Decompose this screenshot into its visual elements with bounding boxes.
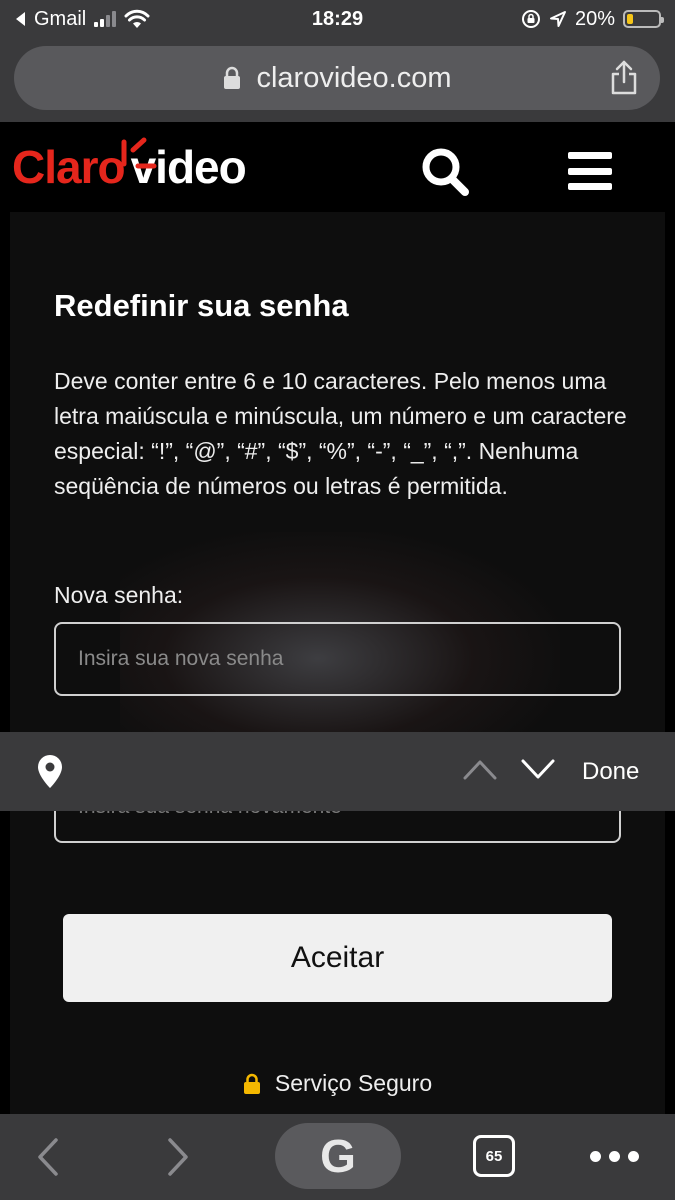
battery-icon	[623, 10, 664, 28]
browser-toolbar: G 65	[0, 1114, 675, 1200]
signal-icon	[94, 11, 117, 27]
logo-claro-text: Claro	[12, 141, 126, 193]
google-icon[interactable]: G	[275, 1123, 401, 1189]
new-password-input[interactable]	[54, 622, 621, 696]
status-bar: Gmail 18:29 20%	[0, 0, 675, 38]
google-label: G	[320, 1130, 356, 1182]
browser-url-area: clarovideo.com	[0, 38, 675, 122]
claro-video-logo[interactable]: Claro video	[12, 137, 247, 194]
padlock-icon	[243, 1073, 260, 1094]
chevron-down-icon[interactable]	[520, 756, 556, 782]
location-pin-icon[interactable]	[36, 754, 64, 790]
search-icon[interactable]	[420, 146, 470, 198]
back-to-app-icon[interactable]	[14, 11, 26, 27]
secure-service-text: Serviço Seguro	[274, 1070, 433, 1096]
chevron-up-icon[interactable]	[462, 756, 498, 782]
accept-button[interactable]: Aceitar	[63, 914, 612, 1002]
keyboard-accessory-bar: Done	[0, 732, 675, 811]
address-bar[interactable]: clarovideo.com	[14, 46, 660, 110]
forward-icon[interactable]	[164, 1136, 192, 1178]
new-password-label: Nova senha:	[54, 582, 184, 608]
share-icon[interactable]	[609, 60, 639, 96]
status-right: 20%	[521, 7, 664, 31]
location-arrow-icon	[549, 11, 566, 27]
logo-rays-icon	[121, 137, 157, 169]
secure-service: Serviço Seguro	[10, 1070, 665, 1097]
battery-fill	[627, 14, 633, 24]
status-left: Gmail	[14, 8, 150, 31]
lock-icon	[224, 66, 241, 89]
done-button[interactable]: Done	[582, 758, 639, 786]
battery-percent: 20%	[574, 7, 615, 30]
carrier-label[interactable]: Gmail	[34, 8, 86, 31]
password-rules-text: Deve conter entre 6 e 10 caracteres. Pel…	[54, 368, 627, 499]
wifi-icon	[124, 9, 150, 28]
tab-count: 65	[485, 1147, 503, 1165]
reset-password-panel: Redefinir sua senha Deve conter entre 6 …	[10, 212, 665, 1114]
tabs-icon[interactable]: 65	[473, 1135, 515, 1177]
rotation-lock-icon	[521, 10, 540, 28]
more-icon[interactable]	[590, 1151, 639, 1162]
back-icon[interactable]	[34, 1136, 62, 1178]
url-text: clarovideo.com	[256, 61, 452, 94]
page-title: Redefinir sua senha	[54, 288, 349, 323]
menu-icon[interactable]	[568, 152, 612, 190]
